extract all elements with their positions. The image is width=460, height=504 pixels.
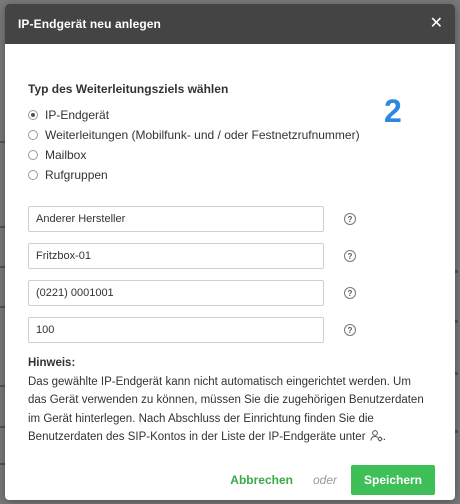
manufacturer-field[interactable] bbox=[28, 206, 324, 232]
field-row-extension: ? bbox=[28, 317, 455, 343]
radio-label: Rufgruppen bbox=[45, 168, 108, 182]
save-button[interactable]: Speichern bbox=[351, 465, 435, 495]
or-separator: oder bbox=[312, 473, 337, 487]
extension-field[interactable] bbox=[28, 317, 324, 343]
user-settings-icon bbox=[370, 429, 383, 449]
radio-option-ring-groups[interactable]: Rufgruppen bbox=[28, 165, 455, 185]
radio-label: IP-Endgerät bbox=[45, 108, 110, 122]
field-row-device-name: ? bbox=[28, 243, 455, 269]
radio-label: Weiterleitungen (Mobilfunk- und / oder F… bbox=[45, 128, 360, 142]
dialog-footer: Abbrechen oder Speichern bbox=[5, 460, 455, 500]
radio-option-mailbox[interactable]: Mailbox bbox=[28, 145, 455, 165]
hint-text-end: . bbox=[382, 431, 386, 443]
radio-button[interactable] bbox=[28, 170, 38, 180]
hint-title: Hinweis: bbox=[28, 357, 76, 369]
radio-label: Mailbox bbox=[45, 148, 87, 162]
cancel-button[interactable]: Abbrechen bbox=[230, 473, 293, 487]
device-name-field[interactable] bbox=[28, 243, 324, 269]
field-row-manufacturer: ? bbox=[28, 206, 455, 232]
field-row-phone-number: ? bbox=[28, 280, 455, 306]
question-icon[interactable]: ? bbox=[344, 250, 356, 262]
create-ip-device-dialog: IP-Endgerät neu anlegen ✕ Typ des Weiter… bbox=[5, 4, 455, 500]
dialog-body: Typ des Weiterleitungsziels wählen IP-En… bbox=[5, 44, 455, 449]
question-icon[interactable]: ? bbox=[344, 324, 356, 336]
radio-button[interactable] bbox=[28, 150, 38, 160]
question-icon[interactable]: ? bbox=[344, 213, 356, 225]
step-number: 2 bbox=[384, 93, 402, 129]
dialog-title: IP-Endgerät neu anlegen bbox=[18, 17, 161, 31]
phone-number-field[interactable] bbox=[28, 280, 324, 306]
dialog-header: IP-Endgerät neu anlegen ✕ bbox=[5, 4, 455, 44]
radio-button[interactable] bbox=[28, 130, 38, 140]
question-icon[interactable]: ? bbox=[344, 287, 356, 299]
radio-button[interactable] bbox=[28, 110, 38, 120]
hint-text: Das gewählte IP-Endgerät kann nicht auto… bbox=[28, 375, 424, 444]
close-icon[interactable]: ✕ bbox=[430, 16, 443, 32]
hint-box: Hinweis: Das gewählte IP-Endgerät kann n… bbox=[28, 354, 430, 449]
device-fields: ? ? ? ? bbox=[28, 206, 455, 343]
